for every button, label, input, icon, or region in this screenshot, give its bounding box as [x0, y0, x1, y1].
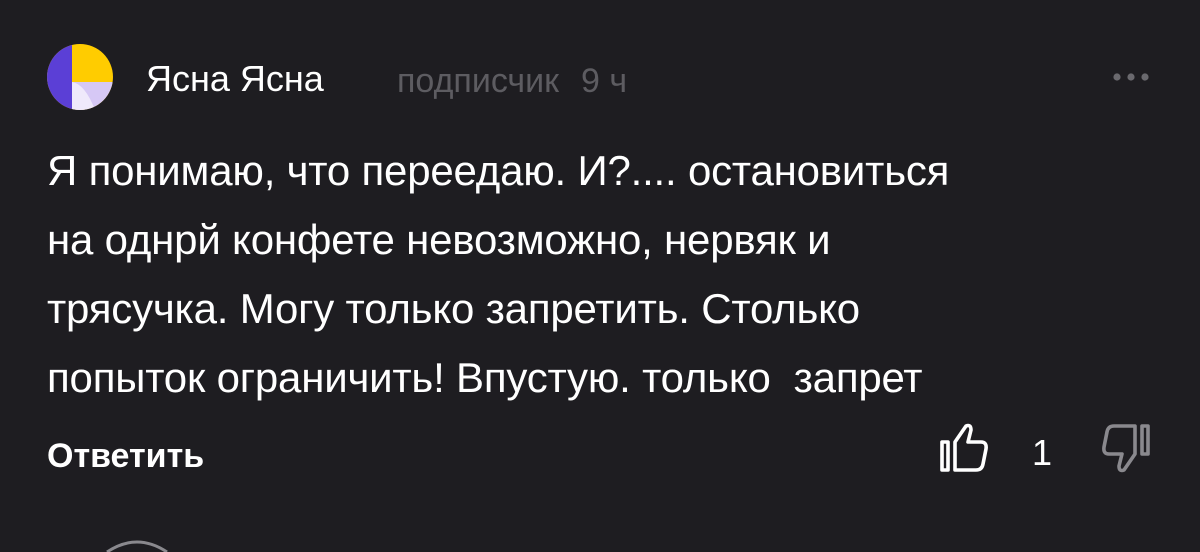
- comment-text-line: попыток ограничить! Впустую. только запр…: [47, 354, 923, 401]
- comment-actions: Ответить 1: [47, 418, 1157, 488]
- like-count: 1: [1032, 432, 1053, 473]
- reply-button[interactable]: Ответить: [47, 436, 204, 476]
- comment-text: Я понимаю, что переедаю. И?.... останови…: [47, 136, 1167, 412]
- thumbs-up-icon[interactable]: [933, 418, 993, 478]
- comment-text-line: трясучка. Могу только запретить. Столько: [47, 285, 860, 332]
- thumbs-down-icon[interactable]: [1097, 418, 1157, 478]
- comment-time: 9 ч: [581, 62, 628, 100]
- more-dots-icon[interactable]: [1109, 62, 1153, 92]
- avatar[interactable]: [47, 44, 113, 110]
- author-name[interactable]: Ясна Ясна: [146, 58, 324, 100]
- author-role: подписчик: [397, 62, 560, 100]
- comment-text-line: Я понимаю, что переедаю. И?.... останови…: [47, 147, 950, 194]
- author-meta: подписчик 9 ч: [397, 60, 627, 102]
- comment-card: Ясна Ясна подписчик 9 ч Я понимаю, что пе…: [0, 0, 1200, 552]
- comment-header: Ясна Ясна подписчик 9 ч: [47, 44, 1157, 110]
- comment-text-line: на однрй конфете невозможно, нервяк и: [47, 216, 831, 263]
- next-comment-avatar-peek: [106, 540, 168, 552]
